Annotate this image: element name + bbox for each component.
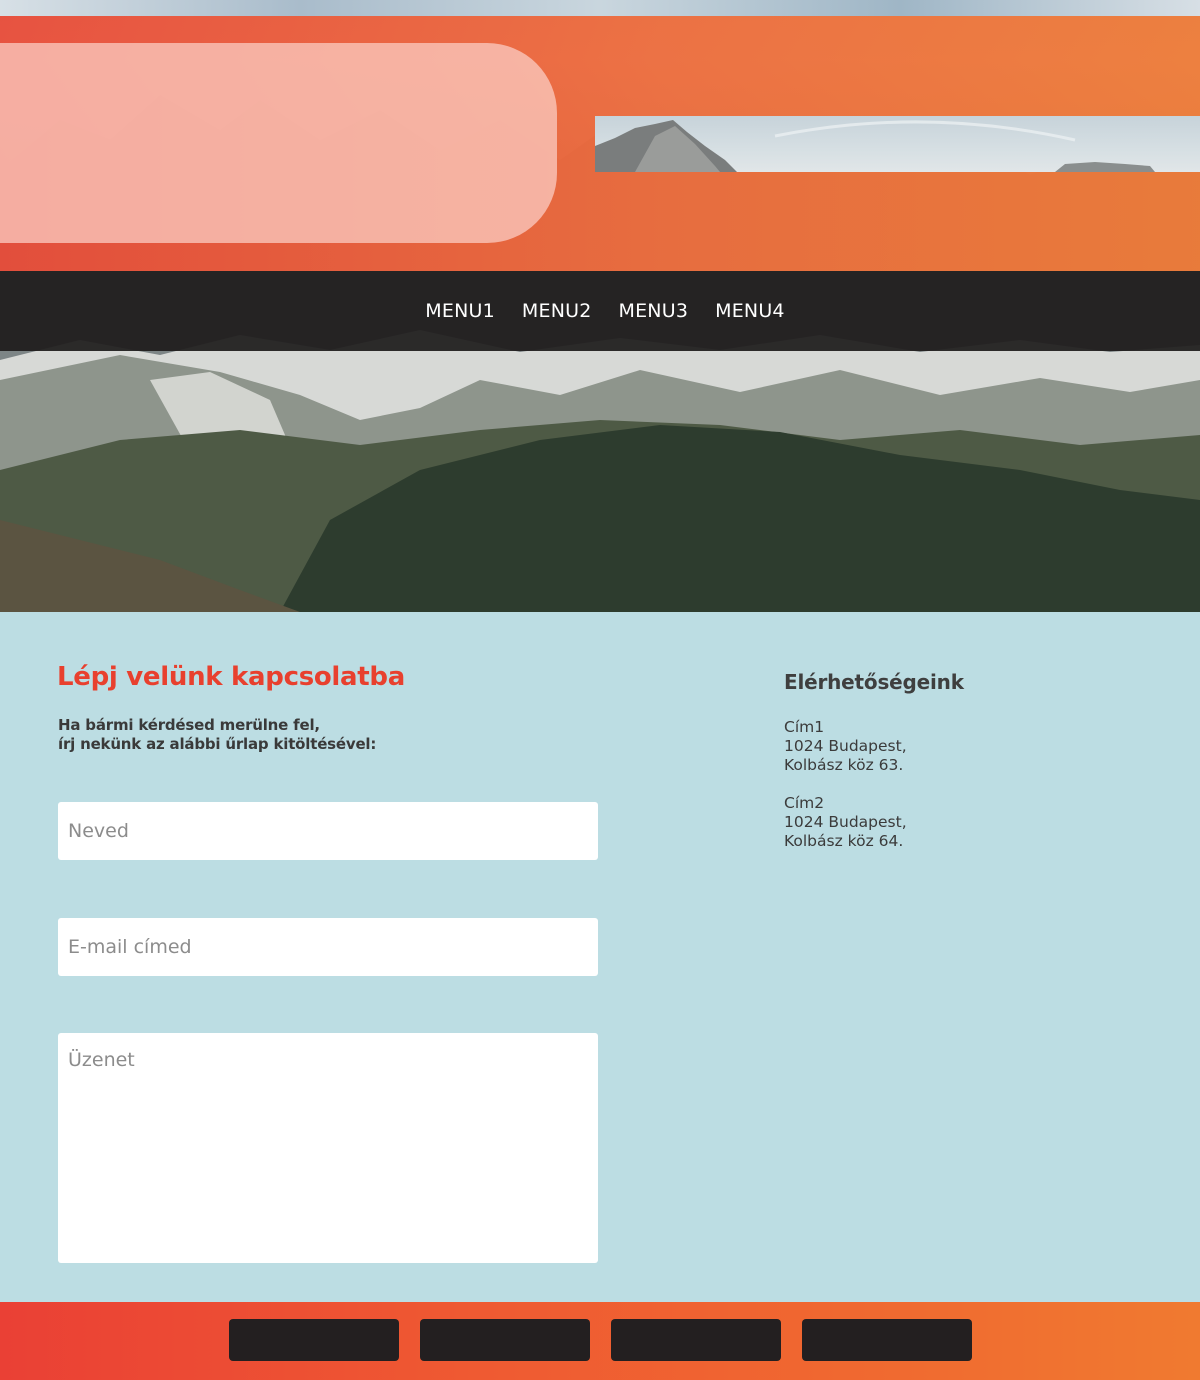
- address-label: Cím2: [784, 794, 825, 812]
- header-photo-strip: [595, 116, 1200, 172]
- address-block-2: Cím2 1024 Budapest, Kolbász köz 64.: [784, 794, 907, 851]
- hero-banner: MENU1 MENU2 MENU3 MENU4: [0, 0, 1200, 612]
- address-street: Kolbász köz 64.: [784, 832, 904, 850]
- footer-button-1[interactable]: [228, 1319, 399, 1361]
- footer: [0, 1302, 1200, 1380]
- nav-item-menu4[interactable]: MENU4: [715, 300, 785, 322]
- main-navigation: MENU1 MENU2 MENU3 MENU4: [0, 271, 1200, 351]
- nav-item-menu2[interactable]: MENU2: [522, 300, 592, 322]
- nav-item-menu3[interactable]: MENU3: [619, 300, 689, 322]
- address-city: 1024 Budapest,: [784, 813, 907, 831]
- email-input[interactable]: [58, 918, 598, 976]
- contact-title: Lépj velünk kapcsolatba: [57, 662, 405, 692]
- contact-intro: Ha bármi kérdésed merülne fel, írj nekün…: [58, 716, 376, 754]
- message-textarea[interactable]: [58, 1033, 598, 1263]
- address-street: Kolbász köz 63.: [784, 756, 904, 774]
- nav-item-menu1[interactable]: MENU1: [425, 300, 495, 322]
- contact-intro-line2: írj nekünk az alábbi űrlap kitöltésével:: [58, 735, 377, 753]
- footer-button-2[interactable]: [419, 1319, 590, 1361]
- address-label: Cím1: [784, 718, 825, 736]
- footer-button-4[interactable]: [801, 1319, 972, 1361]
- mountain-peak-image: [595, 120, 1155, 172]
- contact-info-title: Elérhetőségeink: [784, 670, 964, 694]
- contact-section: Lépj velünk kapcsolatba Ha bármi kérdése…: [0, 612, 1200, 1302]
- contact-intro-line1: Ha bármi kérdésed merülne fel,: [58, 716, 320, 734]
- address-city: 1024 Budapest,: [784, 737, 907, 755]
- logo-placeholder-box: [0, 43, 557, 243]
- address-block-1: Cím1 1024 Budapest, Kolbász köz 63.: [784, 718, 907, 775]
- name-input[interactable]: [58, 802, 598, 860]
- footer-button-3[interactable]: [610, 1319, 781, 1361]
